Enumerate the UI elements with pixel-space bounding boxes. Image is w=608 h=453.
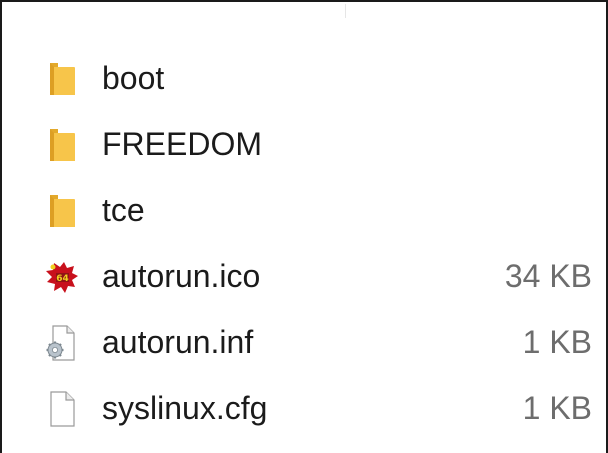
file-size: 34 KB: [504, 258, 592, 294]
file-name: tce: [102, 192, 145, 228]
file-row-autorun-inf[interactable]: autorun.inf 1 KB: [2, 309, 606, 375]
file-row-autorun-ico[interactable]: 64 autorun.ico 34 KB: [2, 243, 606, 309]
folder-icon: [50, 63, 75, 95]
column-divider[interactable]: [345, 4, 346, 18]
c64-logo-icon: 64: [46, 262, 78, 293]
file-name: autorun.ico: [102, 258, 261, 294]
file-row-tce[interactable]: tce: [2, 177, 606, 243]
file-size: 1 KB: [522, 324, 592, 360]
explorer-window: boot FREEDOM tce 64 autorun.ico 34 KB au…: [0, 0, 608, 453]
blank-file-icon: [50, 391, 75, 427]
file-size: 1 KB: [522, 390, 592, 426]
file-name: syslinux.cfg: [102, 390, 268, 426]
folder-icon: [50, 129, 75, 161]
file-row-syslinux-cfg[interactable]: syslinux.cfg 1 KB: [2, 375, 606, 441]
settings-file-icon: [46, 325, 75, 361]
file-name: boot: [102, 60, 165, 96]
svg-text:64: 64: [56, 274, 69, 284]
file-row-freedom[interactable]: FREEDOM: [2, 111, 606, 177]
folder-icon: [50, 195, 75, 227]
file-list: boot FREEDOM tce 64 autorun.ico 34 KB au…: [2, 45, 606, 441]
file-name: FREEDOM: [102, 126, 262, 162]
file-name: autorun.inf: [102, 324, 254, 360]
file-row-boot[interactable]: boot: [2, 45, 606, 111]
